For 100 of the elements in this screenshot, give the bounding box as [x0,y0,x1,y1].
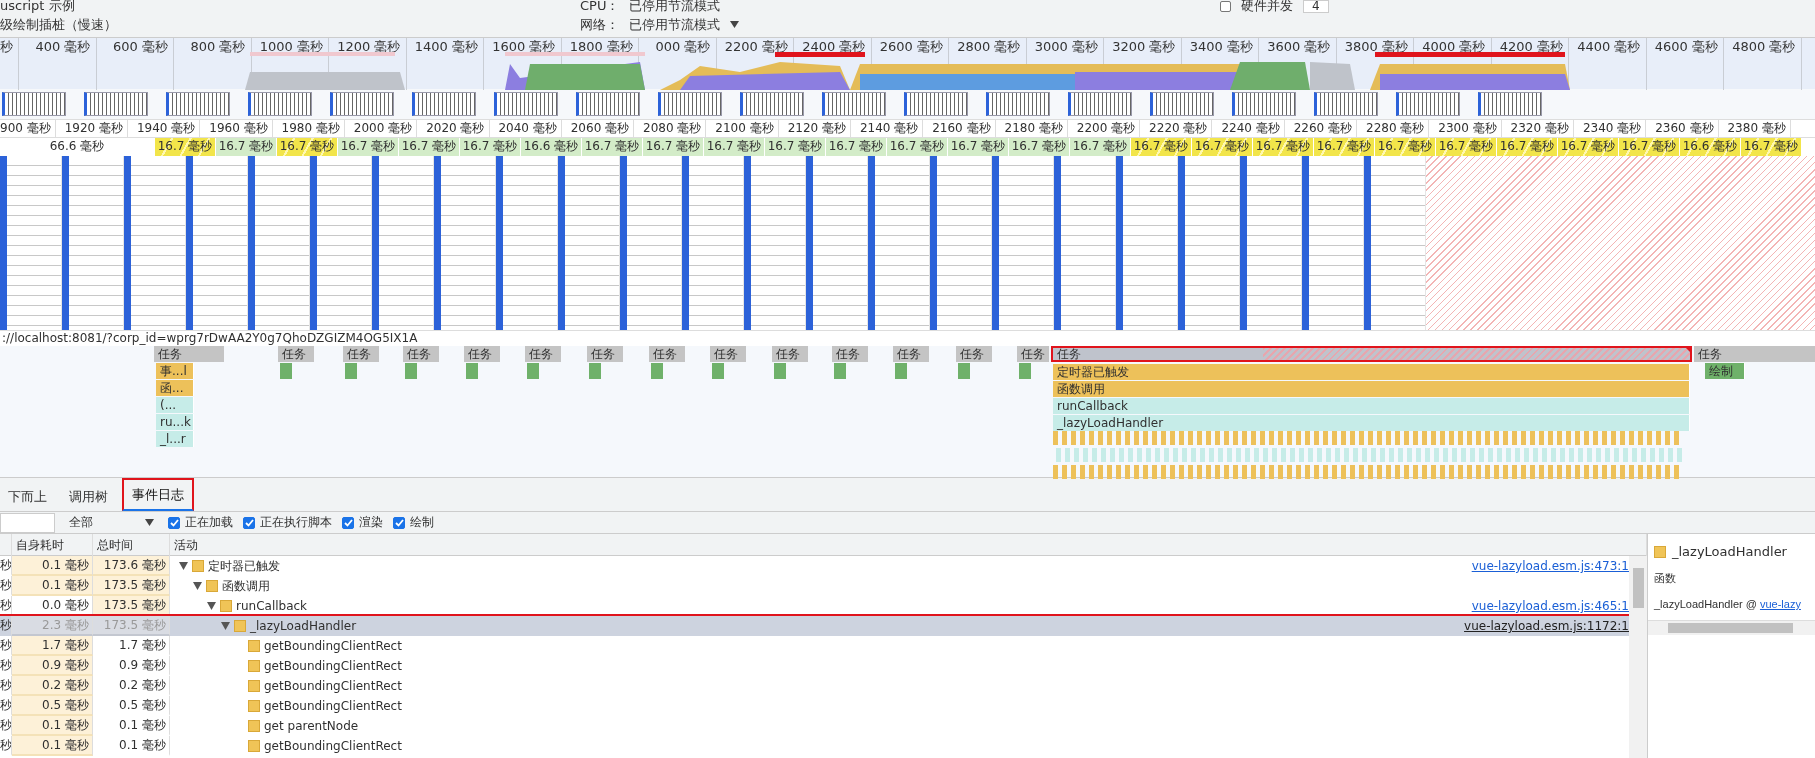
frame-bar[interactable]: 16.7 毫秒 [216,138,277,156]
frame-bar[interactable]: 16.7 毫秒 [338,138,399,156]
task-bar[interactable]: 任务 [649,346,685,362]
task-bar[interactable]: 任务 [278,346,314,362]
expand-arrow-icon[interactable] [207,602,216,610]
task-bar[interactable]: 任务 [343,346,379,362]
time-tick: 2180 毫秒 [995,120,1068,137]
expand-arrow-icon[interactable] [221,622,230,630]
task-bar[interactable]: 任务 [710,346,746,362]
source-link[interactable]: vue-lazyload.esm.js:1172:1 [1464,619,1629,633]
frame-bar[interactable]: 16.6 毫秒 [521,138,582,156]
category-square-icon [1654,545,1666,558]
paint-bar[interactable] [1019,363,1031,379]
source-link[interactable]: vue-lazyload.esm.js:465:1 [1471,599,1629,613]
source-link[interactable]: vue-lazyload.esm.js:473:1 [1471,559,1629,573]
frame-bar[interactable]: 16.7 毫秒 [1253,138,1314,156]
activity-name: 函数调用 [222,577,270,595]
task-bar[interactable]: 任务 [1051,346,1692,362]
paint-bar[interactable] [345,363,357,379]
panel-tab[interactable]: 事件日志 [122,478,194,511]
frame-bar[interactable]: 16.7 毫秒 [765,138,826,156]
paint-bar[interactable] [958,363,970,379]
activity-name: _lazyLoadHandler [250,619,357,633]
frame-bar[interactable]: 16.6 毫秒 [1680,138,1741,156]
call-bar[interactable]: 函数调用 [1053,381,1690,397]
details-source: _lazyLoadHandler @ [1654,598,1758,610]
paint-bar[interactable] [774,363,786,379]
call-bar[interactable]: 事...l [156,363,194,379]
frame-bar[interactable]: 16.7 毫秒 [1741,138,1802,156]
frame-bar[interactable]: 16.7 毫秒 [1619,138,1680,156]
paint-bar[interactable] [651,363,663,379]
call-bar[interactable]: ru...k [156,414,194,430]
frame-bar[interactable]: 16.7 毫秒 [277,138,338,156]
filter-checkbox[interactable] [168,516,180,529]
expand-arrow-icon[interactable] [179,562,188,570]
paint-bar[interactable] [527,363,539,379]
task-bar[interactable]: 任务 [893,346,929,362]
frame-bar[interactable]: 16.7 毫秒 [948,138,1009,156]
frame-bar[interactable]: 16.7 毫秒 [1558,138,1619,156]
task-bar[interactable]: 任务 [403,346,439,362]
frame-bar[interactable]: 16.7 毫秒 [1131,138,1192,156]
task-bar[interactable]: 任务 [464,346,500,362]
frame-bar[interactable]: 16.7 毫秒 [1497,138,1558,156]
hardware-checkbox[interactable] [1220,0,1231,12]
call-bar[interactable]: 绘制 [1705,363,1745,379]
panel-tab[interactable]: 调用树 [61,483,116,511]
frame-bar[interactable]: 16.7 毫秒 [1070,138,1131,156]
time-tick: 2300 毫秒 [1429,120,1502,137]
call-bar[interactable]: runCallback [1053,398,1690,414]
task-bar[interactable]: 任务 [956,346,992,362]
expand-arrow-icon[interactable] [193,582,202,590]
category-square-icon [248,680,260,692]
frame-bar[interactable]: 16.7 毫秒 [1192,138,1253,156]
task-bar[interactable]: 任务 [1694,346,1815,362]
task-bar[interactable]: 任务 [832,346,868,362]
paint-bar[interactable] [466,363,478,379]
paint-bar[interactable] [712,363,724,379]
checkbox-label: 绘制 [410,514,434,531]
frame-bar[interactable]: 16.7 毫秒 [1314,138,1375,156]
frame-bar[interactable]: 16.7 毫秒 [704,138,765,156]
task-bar[interactable]: 任务 [1017,346,1049,362]
task-bar[interactable]: 任务 [525,346,561,362]
call-bar[interactable]: 定时器已触发 [1053,364,1690,380]
paint-bar[interactable] [895,363,907,379]
frame-bar[interactable]: 16.7 毫秒 [399,138,460,156]
dropdown-arrow-icon[interactable] [730,21,739,28]
hardware-field[interactable]: 4 [1303,0,1329,13]
category-dropdown[interactable]: 全部 [65,514,158,531]
frame-bar[interactable]: 16.7 毫秒 [826,138,887,156]
paint-bar[interactable] [834,363,846,379]
network-dropdown[interactable]: 已停用节流模式 [629,15,720,34]
task-bar[interactable]: 任务 [772,346,808,362]
paint-bar[interactable] [280,363,292,379]
call-bar[interactable]: _l...r [156,431,194,447]
panel-tab[interactable]: 下而上 [0,483,55,511]
filter-input[interactable] [0,512,55,533]
frame-bar[interactable]: 16.7 毫秒 [582,138,643,156]
frame-bar[interactable]: 16.7 毫秒 [460,138,521,156]
filter-checkbox[interactable] [393,516,405,529]
frame-bar[interactable]: 16.7 毫秒 [1009,138,1070,156]
call-bar[interactable]: (... [156,397,194,413]
filmstrip-thumbnail [166,92,230,116]
filmstrip-thumbnail [1314,92,1378,116]
horizontal-scrollbar[interactable] [1648,621,1815,635]
paint-bar[interactable] [589,363,601,379]
frame-bar[interactable]: 16.7 毫秒 [887,138,948,156]
frame-bar[interactable]: 16.7 毫秒 [1436,138,1497,156]
scrollbar[interactable] [1629,556,1647,758]
frame-bar[interactable]: 16.7 毫秒 [155,138,216,156]
dropdown-arrow-icon[interactable] [145,519,154,526]
task-bar[interactable]: 任务 [154,346,224,362]
paint-bar[interactable] [405,363,417,379]
filter-checkbox[interactable] [342,516,354,529]
frame-bar[interactable]: 16.7 毫秒 [643,138,704,156]
call-bar[interactable]: 函... [156,380,194,396]
task-bar[interactable]: 任务 [587,346,623,362]
frame-bar[interactable]: 16.7 毫秒 [1375,138,1436,156]
filter-checkbox[interactable] [243,516,255,529]
call-bar[interactable]: _lazyLoadHandler [1053,415,1690,431]
source-link[interactable]: vue-lazy [1759,598,1801,610]
